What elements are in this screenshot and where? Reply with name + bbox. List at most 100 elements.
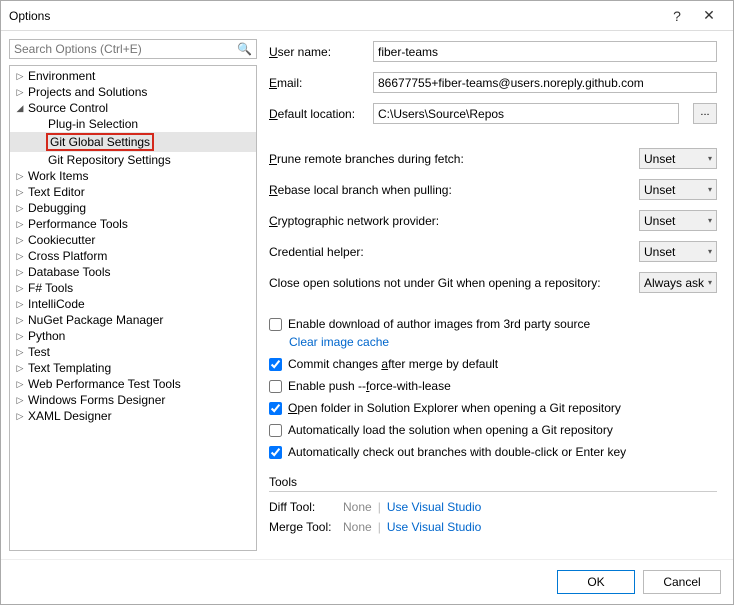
- tree-node[interactable]: Git Repository Settings: [10, 152, 256, 168]
- open-folder-checkbox[interactable]: [269, 402, 282, 415]
- expander-icon[interactable]: ◢: [14, 102, 26, 114]
- tree-node[interactable]: ▷Projects and Solutions: [10, 84, 256, 100]
- expander-icon[interactable]: ▷: [14, 170, 26, 182]
- expander-icon[interactable]: ▷: [14, 410, 26, 422]
- titlebar: Options ? ✕: [1, 1, 733, 31]
- tree-node[interactable]: ▷Python: [10, 328, 256, 344]
- expander-icon[interactable]: ▷: [14, 330, 26, 342]
- author-images-label: Enable download of author images from 3r…: [288, 317, 590, 331]
- browse-button[interactable]: ...: [693, 103, 717, 124]
- expander-icon: [34, 118, 46, 130]
- chevron-down-icon: ▾: [708, 278, 712, 287]
- diff-use-vs-link[interactable]: Use Visual Studio: [387, 500, 482, 514]
- expander-icon[interactable]: ▷: [14, 86, 26, 98]
- crypto-combo[interactable]: Unset▾: [639, 210, 717, 231]
- tree-node[interactable]: ▷NuGet Package Manager: [10, 312, 256, 328]
- tree-node[interactable]: ◢Source Control: [10, 100, 256, 116]
- commit-after-merge-label: Commit changes after merge by default: [288, 357, 498, 371]
- prune-label: Prune remote branches during fetch:: [269, 152, 629, 166]
- search-box[interactable]: 🔍: [9, 39, 257, 59]
- tree-node[interactable]: ▷Text Templating: [10, 360, 256, 376]
- expander-icon[interactable]: ▷: [14, 378, 26, 390]
- chevron-down-icon: ▾: [708, 247, 712, 256]
- rebase-combo[interactable]: Unset▾: [639, 179, 717, 200]
- tree-node[interactable]: ▷XAML Designer: [10, 408, 256, 424]
- close-solutions-combo[interactable]: Always ask▾: [639, 272, 717, 293]
- expander-icon[interactable]: ▷: [14, 298, 26, 310]
- expander-icon[interactable]: ▷: [14, 218, 26, 230]
- tree-node-label: Plug-in Selection: [48, 117, 138, 131]
- tree-node[interactable]: ▷Environment: [10, 68, 256, 84]
- tree-node-label: Git Global Settings: [46, 133, 154, 151]
- expander-icon[interactable]: ▷: [14, 202, 26, 214]
- rebase-label: Rebase local branch when pulling:: [269, 183, 629, 197]
- email-input[interactable]: [373, 72, 717, 93]
- tree-node[interactable]: ▷Database Tools: [10, 264, 256, 280]
- cancel-button[interactable]: Cancel: [643, 570, 721, 594]
- tree-node-label: Web Performance Test Tools: [28, 377, 181, 391]
- diff-tool-label: Diff Tool:: [269, 500, 339, 514]
- tree-node-label: Database Tools: [28, 265, 111, 279]
- expander-icon[interactable]: ▷: [14, 186, 26, 198]
- default-location-label: Default location:: [269, 107, 363, 121]
- tree-node[interactable]: ▷Cookiecutter: [10, 232, 256, 248]
- prune-combo[interactable]: Unset▾: [639, 148, 717, 169]
- tools-section-title: Tools: [269, 475, 717, 489]
- push-force-checkbox[interactable]: [269, 380, 282, 393]
- commit-after-merge-checkbox[interactable]: [269, 358, 282, 371]
- tree-node-label: XAML Designer: [28, 409, 112, 423]
- search-icon[interactable]: 🔍: [237, 42, 252, 56]
- auto-checkout-checkbox[interactable]: [269, 446, 282, 459]
- tree-node-label: Windows Forms Designer: [28, 393, 165, 407]
- merge-tool-value: None: [343, 520, 372, 534]
- author-images-checkbox[interactable]: [269, 318, 282, 331]
- tree-node-label: Projects and Solutions: [28, 85, 147, 99]
- options-tree[interactable]: ▷Environment▷Projects and Solutions◢Sour…: [9, 65, 257, 551]
- tree-node-label: Cookiecutter: [28, 233, 95, 247]
- tree-node[interactable]: ▷IntelliCode: [10, 296, 256, 312]
- expander-icon[interactable]: ▷: [14, 234, 26, 246]
- tree-node-label: Cross Platform: [28, 249, 107, 263]
- tree-node[interactable]: ▷F# Tools: [10, 280, 256, 296]
- username-label: User name:: [269, 45, 363, 59]
- tree-node[interactable]: Plug-in Selection: [10, 116, 256, 132]
- tree-node-label: Debugging: [28, 201, 86, 215]
- auto-load-checkbox[interactable]: [269, 424, 282, 437]
- username-input[interactable]: [373, 41, 717, 62]
- tree-node[interactable]: ▷Cross Platform: [10, 248, 256, 264]
- clear-image-cache-link[interactable]: Clear image cache: [289, 335, 389, 349]
- tree-node[interactable]: ▷Web Performance Test Tools: [10, 376, 256, 392]
- expander-icon[interactable]: ▷: [14, 314, 26, 326]
- diff-tool-value: None: [343, 500, 372, 514]
- tree-node[interactable]: ▷Windows Forms Designer: [10, 392, 256, 408]
- tree-node-label: Test: [28, 345, 50, 359]
- tree-node-label: Work Items: [28, 169, 88, 183]
- tree-node-label: Text Editor: [28, 185, 85, 199]
- merge-tool-label: Merge Tool:: [269, 520, 339, 534]
- tree-node-label: IntelliCode: [28, 297, 85, 311]
- chevron-down-icon: ▾: [708, 216, 712, 225]
- tree-node-label: Python: [28, 329, 65, 343]
- tree-node[interactable]: Git Global Settings: [10, 132, 256, 152]
- tree-node[interactable]: ▷Debugging: [10, 200, 256, 216]
- tree-node[interactable]: ▷Test: [10, 344, 256, 360]
- merge-use-vs-link[interactable]: Use Visual Studio: [387, 520, 482, 534]
- expander-icon[interactable]: ▷: [14, 70, 26, 82]
- expander-icon: [34, 136, 46, 148]
- expander-icon[interactable]: ▷: [14, 282, 26, 294]
- tree-node[interactable]: ▷Performance Tools: [10, 216, 256, 232]
- search-input[interactable]: [14, 42, 237, 56]
- expander-icon[interactable]: ▷: [14, 250, 26, 262]
- expander-icon[interactable]: ▷: [14, 346, 26, 358]
- help-button[interactable]: ?: [661, 8, 693, 24]
- expander-icon[interactable]: ▷: [14, 362, 26, 374]
- close-button[interactable]: ✕: [693, 7, 725, 24]
- tree-node-label: Text Templating: [28, 361, 111, 375]
- expander-icon[interactable]: ▷: [14, 394, 26, 406]
- tree-node[interactable]: ▷Text Editor: [10, 184, 256, 200]
- credential-combo[interactable]: Unset▾: [639, 241, 717, 262]
- tree-node[interactable]: ▷Work Items: [10, 168, 256, 184]
- ok-button[interactable]: OK: [557, 570, 635, 594]
- expander-icon[interactable]: ▷: [14, 266, 26, 278]
- default-location-input[interactable]: [373, 103, 679, 124]
